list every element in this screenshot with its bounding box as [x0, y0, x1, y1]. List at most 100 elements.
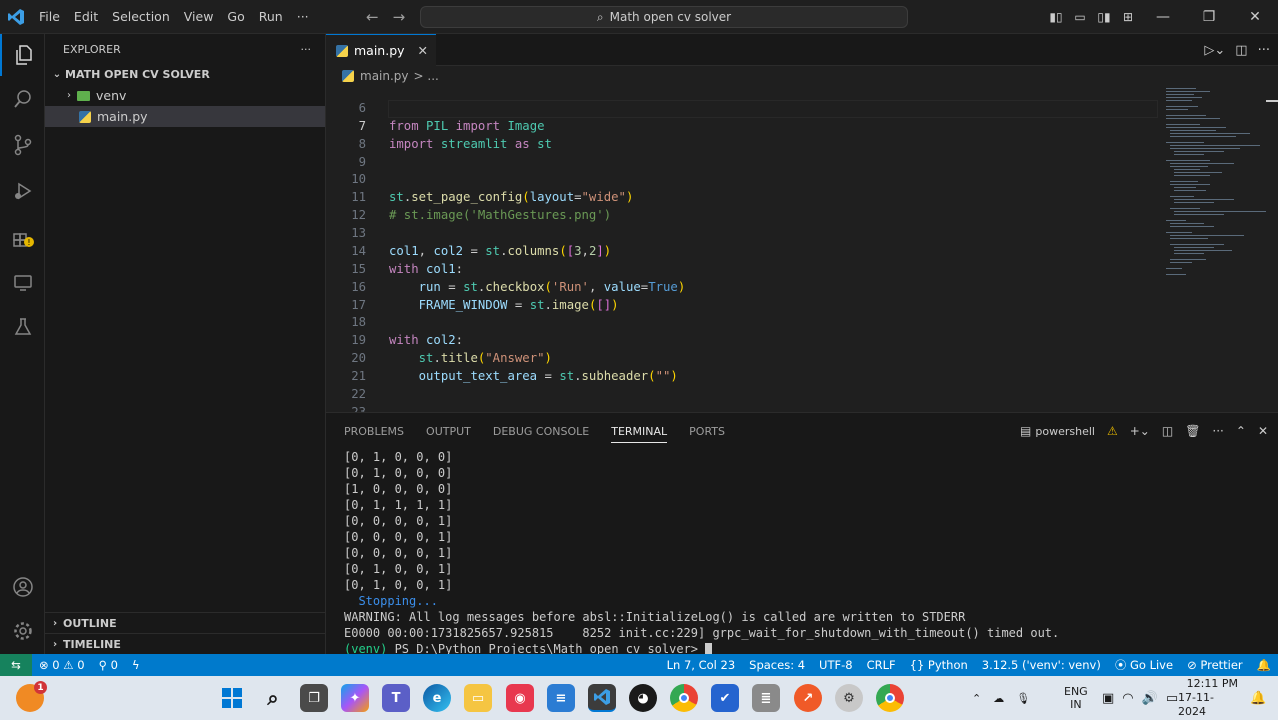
- camera-app-icon[interactable]: ◉: [506, 684, 534, 712]
- tab-ports[interactable]: PORTS: [689, 425, 725, 438]
- new-terminal-icon[interactable]: +⌄: [1130, 424, 1150, 438]
- customize-layout-icon[interactable]: ⊞: [1116, 10, 1140, 24]
- teams-icon[interactable]: T: [382, 684, 410, 712]
- testing-icon[interactable]: [0, 306, 45, 348]
- outline-section[interactable]: › OUTLINE: [45, 612, 326, 634]
- database-icon[interactable]: ≣: [752, 684, 780, 712]
- ports-status[interactable]: ⚲ 0: [92, 658, 125, 672]
- minimap[interactable]: [1162, 86, 1266, 412]
- python-interpreter[interactable]: 3.12.5 ('venv': venv): [975, 658, 1108, 672]
- code-editor[interactable]: 6 from PIL import Image 7 import streaml…: [326, 86, 1162, 412]
- windows-start-icon[interactable]: [218, 684, 246, 712]
- chevron-up-icon[interactable]: ⌃: [972, 692, 981, 705]
- language-mode[interactable]: {} Python: [903, 658, 975, 672]
- edge-browser-icon[interactable]: e: [423, 684, 451, 712]
- menu-file[interactable]: File: [32, 0, 67, 34]
- explorer-icon[interactable]: [0, 34, 45, 76]
- command-center-search[interactable]: ⌕ Math open cv solver: [420, 6, 908, 28]
- tab-terminal[interactable]: TERMINAL: [611, 425, 668, 443]
- breadcrumb-file[interactable]: main.py: [360, 69, 409, 83]
- workspace-root-label: MATH OPEN CV SOLVER: [65, 68, 210, 81]
- indentation[interactable]: Spaces: 4: [742, 658, 812, 672]
- menu-selection[interactable]: Selection: [105, 0, 177, 34]
- task-view-icon[interactable]: ❐: [300, 684, 328, 712]
- restore-button[interactable]: ❐: [1186, 9, 1232, 25]
- notifications-bell-icon[interactable]: 🔔: [1250, 658, 1278, 672]
- timeline-section[interactable]: › TIMELINE: [45, 633, 326, 655]
- run-python-file-icon[interactable]: ▷⌄: [1204, 43, 1225, 58]
- search-icon[interactable]: ⌕: [259, 684, 287, 712]
- editor-scrollbar[interactable]: [1266, 86, 1278, 412]
- status-bar: ⇆ ⊗ 0 ⚠ 0 ⚲ 0 ϟ Ln 7, Col 23 Spaces: 4 U…: [0, 654, 1278, 676]
- tree-item-main-py[interactable]: main.py: [45, 106, 325, 127]
- input-language[interactable]: ENG IN: [1064, 676, 1088, 720]
- notepad-icon[interactable]: ≡: [547, 684, 575, 712]
- search-icon[interactable]: [0, 78, 45, 120]
- tab-main-py[interactable]: main.py ✕: [326, 34, 436, 66]
- encoding[interactable]: UTF-8: [812, 658, 860, 672]
- prettier-status[interactable]: ⊘ Prettier: [1180, 658, 1250, 672]
- vscode-taskbar-icon[interactable]: [588, 684, 616, 712]
- lightning-icon[interactable]: ϟ: [125, 658, 147, 672]
- tab-problems[interactable]: PROBLEMS: [344, 425, 404, 438]
- clock[interactable]: 12:11 PM 17-11-2024: [1178, 676, 1238, 720]
- file-explorer-icon[interactable]: ▭: [464, 684, 492, 712]
- copilot-icon[interactable]: ✦: [341, 684, 369, 712]
- postman-icon[interactable]: ↗: [794, 684, 822, 712]
- warning-icon[interactable]: ⚠: [1107, 424, 1118, 438]
- toggle-sidebar-icon[interactable]: ▮▯: [1044, 10, 1068, 24]
- menu-edit[interactable]: Edit: [67, 0, 105, 34]
- quick-settings[interactable]: ▣ ◠ 🔊 ▭: [1102, 676, 1178, 720]
- terminal-shell-label[interactable]: powershell: [1035, 425, 1095, 438]
- terminal-output[interactable]: [0, 1, 0, 0, 0] [0, 1, 0, 0, 0] [1, 0, 0…: [344, 449, 1264, 657]
- remote-indicator-icon[interactable]: ⇆: [0, 654, 32, 676]
- trash-icon[interactable]: 🗑: [1185, 424, 1200, 438]
- terminal-line: [0, 1, 0, 0, 1]: [344, 562, 453, 576]
- run-debug-icon[interactable]: [0, 170, 45, 212]
- chrome-icon[interactable]: [670, 684, 698, 712]
- notification-bell-icon[interactable]: 🔔: [1250, 676, 1266, 720]
- tab-output[interactable]: OUTPUT: [426, 425, 471, 438]
- forward-arrow-icon[interactable]: →: [393, 8, 406, 26]
- more-actions-icon[interactable]: ···: [1212, 424, 1223, 438]
- extensions-icon[interactable]: !: [0, 216, 45, 258]
- chrome-profile-icon[interactable]: [876, 684, 904, 712]
- microphone-icon[interactable]: 🎙: [1016, 692, 1030, 705]
- menu-go[interactable]: Go: [220, 0, 251, 34]
- github-icon[interactable]: ◕: [629, 684, 657, 712]
- minimize-button[interactable]: —: [1140, 9, 1186, 25]
- workspace-root[interactable]: ⌄ MATH OPEN CV SOLVER: [45, 64, 325, 85]
- onedrive-icon[interactable]: ☁: [993, 692, 1004, 705]
- close-panel-icon[interactable]: ✕: [1258, 424, 1268, 438]
- app-orange-icon[interactable]: 1: [16, 681, 47, 712]
- source-control-icon[interactable]: [0, 124, 45, 166]
- remote-explorer-icon[interactable]: [0, 262, 45, 304]
- breadcrumb-rest[interactable]: > ...: [414, 69, 439, 83]
- back-arrow-icon[interactable]: ←: [366, 8, 379, 26]
- close-window-button[interactable]: ✕: [1232, 9, 1278, 25]
- explorer-more-actions[interactable]: ···: [301, 43, 312, 56]
- scrollbar-thumb[interactable]: [1266, 100, 1278, 102]
- toggle-secondary-sidebar-icon[interactable]: ▯▮: [1092, 10, 1116, 24]
- close-icon[interactable]: ✕: [418, 43, 428, 58]
- menu-more[interactable]: ···: [290, 0, 316, 34]
- settings-app-icon[interactable]: ⚙: [835, 684, 863, 712]
- more-actions-icon[interactable]: ···: [1258, 43, 1270, 58]
- maximize-panel-icon[interactable]: ⌃: [1236, 424, 1246, 438]
- terminal-stopping-line: Stopping...: [344, 594, 438, 608]
- terminal-icon: ▤: [1020, 424, 1032, 438]
- split-editor-icon[interactable]: ◫: [1235, 43, 1247, 58]
- menu-view[interactable]: View: [177, 0, 221, 34]
- split-terminal-icon[interactable]: ◫: [1162, 424, 1173, 438]
- go-live-button[interactable]: ⦿ Go Live: [1108, 657, 1180, 673]
- tab-debug-console[interactable]: DEBUG CONSOLE: [493, 425, 589, 438]
- toggle-panel-icon[interactable]: ▭: [1068, 10, 1092, 24]
- tree-item-venv[interactable]: › venv: [45, 85, 325, 106]
- manage-gear-icon[interactable]: [0, 610, 45, 652]
- end-of-line[interactable]: CRLF: [860, 658, 903, 672]
- accounts-icon[interactable]: [0, 566, 45, 608]
- cursor-position[interactable]: Ln 7, Col 23: [660, 658, 743, 672]
- menu-run[interactable]: Run: [252, 0, 290, 34]
- problems-status[interactable]: ⊗ 0 ⚠ 0: [32, 658, 92, 672]
- todo-icon[interactable]: ✔: [711, 684, 739, 712]
